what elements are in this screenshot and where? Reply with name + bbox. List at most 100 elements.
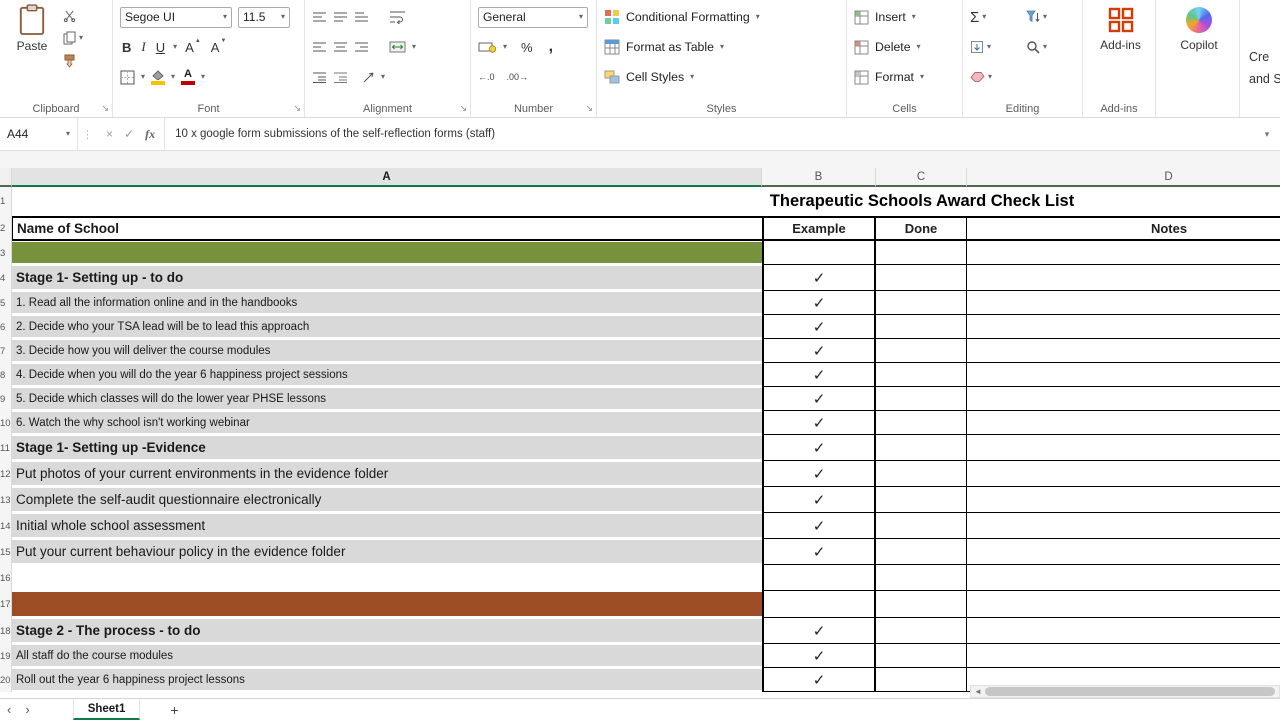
row-header-1[interactable]: 1 (0, 187, 12, 216)
cell-A1[interactable] (12, 187, 762, 216)
increase-font-size-button[interactable]: A▲ (183, 40, 203, 55)
cell-D2[interactable]: Notes (967, 216, 1280, 241)
cell-D10[interactable] (967, 411, 1280, 435)
row-header-6[interactable]: 6 (0, 315, 12, 339)
name-box[interactable]: A44 ▾ (0, 118, 78, 150)
cell-A15[interactable]: Put your current behaviour policy in the… (12, 539, 762, 565)
cell-B10[interactable]: ✓ (762, 411, 876, 435)
cell-A16[interactable] (12, 565, 762, 591)
cell-B12[interactable]: ✓ (762, 461, 876, 487)
cell-C14[interactable] (876, 513, 967, 539)
copilot-button[interactable]: Copilot (1163, 2, 1235, 52)
cell-styles-button[interactable]: Cell Styles ▾ (604, 69, 694, 85)
align-center-button[interactable] (333, 42, 348, 53)
cell-C8[interactable] (876, 363, 967, 387)
borders-button[interactable] (120, 70, 135, 85)
enter-entry-icon[interactable]: ✓ (124, 127, 134, 141)
cell-B13[interactable]: ✓ (762, 487, 876, 513)
row-header-5[interactable]: 5 (0, 291, 12, 315)
chevron-down-icon[interactable]: ▾ (412, 43, 416, 51)
addins-button[interactable]: Add-ins (1090, 2, 1151, 52)
cancel-entry-icon[interactable]: × (106, 127, 113, 141)
cell-B3[interactable] (762, 241, 876, 265)
row-header-20[interactable]: 20 (0, 668, 12, 692)
number-format-select[interactable]: General ▾ (478, 7, 588, 28)
horizontal-scrollbar[interactable]: ◄ (970, 685, 1280, 698)
cell-B16[interactable] (762, 565, 876, 591)
cell-B8[interactable]: ✓ (762, 363, 876, 387)
clear-button[interactable]: ▾ (970, 71, 1026, 83)
number-dialog-launcher[interactable]: ↘ (585, 103, 593, 114)
cell-A5[interactable]: 1. Read all the information online and i… (12, 291, 762, 315)
cell-B14[interactable]: ✓ (762, 513, 876, 539)
row-header-7[interactable]: 7 (0, 339, 12, 363)
cut-button[interactable] (63, 8, 83, 22)
comma-style-button[interactable]: , (549, 42, 553, 52)
sort-filter-button[interactable]: ▾ (1026, 10, 1078, 24)
row-header-14[interactable]: 14 (0, 513, 12, 539)
column-header-C[interactable]: C (876, 168, 967, 187)
row-header-19[interactable]: 19 (0, 644, 12, 668)
cell-B11[interactable]: ✓ (762, 435, 876, 461)
cell-C5[interactable] (876, 291, 967, 315)
cell-C15[interactable] (876, 539, 967, 565)
cell-B2[interactable]: Example (762, 216, 876, 241)
alignment-dialog-launcher[interactable]: ↘ (459, 103, 467, 114)
format-as-table-button[interactable]: Format as Table ▾ (604, 39, 724, 55)
cell-A20[interactable]: Roll out the year 6 happiness project le… (12, 668, 762, 692)
cell-B17[interactable] (762, 591, 876, 618)
row-header-10[interactable]: 10 (0, 411, 12, 435)
row-header-12[interactable]: 12 (0, 461, 12, 487)
row-header-3[interactable]: 3 (0, 241, 12, 265)
font-size-select[interactable]: 11.5 ▾ (238, 7, 290, 28)
chevron-down-icon[interactable]: ▾ (171, 73, 175, 81)
cell-C9[interactable] (876, 387, 967, 411)
column-header-B[interactable]: B (762, 168, 876, 187)
row-header-8[interactable]: 8 (0, 363, 12, 387)
cell-C7[interactable] (876, 339, 967, 363)
cell-D17[interactable] (967, 591, 1280, 618)
cell-D8[interactable] (967, 363, 1280, 387)
font-color-button[interactable]: A (181, 69, 195, 85)
row-header-17[interactable]: 17 (0, 591, 12, 618)
font-name-select[interactable]: Segoe UI ▾ (120, 7, 232, 28)
cell-A2[interactable]: Name of School (12, 216, 762, 241)
cell-D4[interactable] (967, 265, 1280, 291)
row-header-9[interactable]: 9 (0, 387, 12, 411)
format-cells-button[interactable]: Format ▾ (854, 70, 924, 85)
cell-A8[interactable]: 4. Decide when you will do the year 6 ha… (12, 363, 762, 387)
cell-D9[interactable] (967, 387, 1280, 411)
row-header-13[interactable]: 13 (0, 487, 12, 513)
row-header-16[interactable]: 16 (0, 565, 12, 591)
cell-D7[interactable] (967, 339, 1280, 363)
cell-A14[interactable]: Initial whole school assessment (12, 513, 762, 539)
row-header-2[interactable]: 2 (0, 216, 12, 241)
align-middle-button[interactable] (333, 12, 348, 23)
cell-A11[interactable]: Stage 1- Setting up -Evidence (12, 435, 762, 461)
cell-A3[interactable] (12, 241, 762, 265)
cell-C18[interactable] (876, 618, 967, 644)
cell-C2[interactable]: Done (876, 216, 967, 241)
chevron-down-icon[interactable]: ▾ (381, 73, 385, 81)
scrollbar-thumb[interactable] (985, 687, 1275, 696)
decrease-font-size-button[interactable]: A▼ (209, 40, 229, 55)
next-sheet-arrow-icon[interactable]: › (18, 703, 36, 716)
percent-style-button[interactable]: % (521, 40, 533, 55)
cell-B6[interactable]: ✓ (762, 315, 876, 339)
increase-decimal-button[interactable]: ←.0 (478, 72, 495, 82)
row-header-11[interactable]: 11 (0, 435, 12, 461)
cell-D5[interactable] (967, 291, 1280, 315)
insert-function-icon[interactable]: fx (145, 127, 155, 142)
align-right-button[interactable] (354, 42, 369, 53)
chevron-down-icon[interactable]: ▾ (173, 43, 177, 51)
align-left-button[interactable] (312, 42, 327, 53)
accounting-format-button[interactable] (478, 41, 497, 53)
cell-C13[interactable] (876, 487, 967, 513)
font-dialog-launcher[interactable]: ↘ (293, 103, 301, 114)
cell-C10[interactable] (876, 411, 967, 435)
chevron-down-icon[interactable]: ▾ (201, 73, 205, 81)
select-all-corner[interactable] (0, 168, 12, 187)
previous-sheet-arrow-icon[interactable]: ‹ (0, 703, 18, 716)
row-header-15[interactable]: 15 (0, 539, 12, 565)
cell-D18[interactable] (967, 618, 1280, 644)
